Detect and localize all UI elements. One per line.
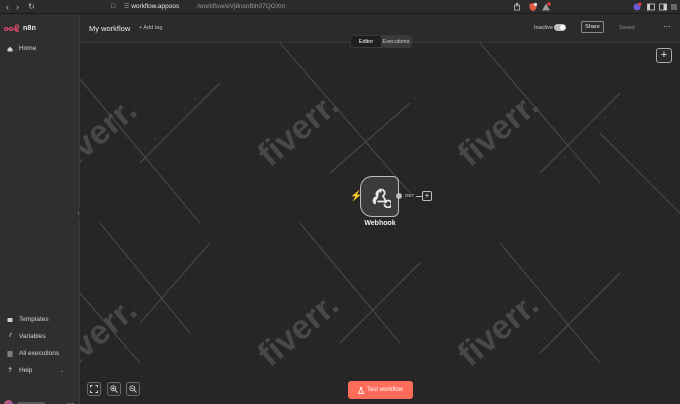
watermark-text: fiverr. bbox=[451, 85, 546, 174]
add-next-node-button[interactable]: + bbox=[422, 191, 432, 201]
fit-view-button[interactable] bbox=[87, 382, 101, 396]
help-icon: ? bbox=[8, 367, 12, 374]
site-settings-icon[interactable]: ☰ bbox=[124, 4, 129, 10]
http-method-label: GET bbox=[405, 193, 415, 198]
webhook-node[interactable]: ⚡ GET + Webhook bbox=[350, 176, 460, 236]
shield-icon[interactable] bbox=[528, 2, 538, 12]
reload-icon[interactable]: ↻ bbox=[28, 1, 35, 13]
sidebar-item-templates[interactable]: Templates bbox=[7, 314, 49, 325]
sidebar-item-label: All executions bbox=[19, 350, 60, 357]
home-icon bbox=[7, 46, 13, 51]
tab-executions[interactable]: Executions bbox=[381, 36, 411, 47]
templates-icon bbox=[7, 317, 13, 322]
workflow-canvas[interactable]: fiverr. fiverr. fiverr. fiverr. fiverr. … bbox=[80, 43, 680, 404]
sidebar-item-home[interactable]: Home bbox=[7, 43, 36, 54]
node-output-handle[interactable] bbox=[396, 193, 402, 199]
view-tab-switch: Editor Executions bbox=[350, 35, 412, 48]
chevron-down-icon: ⌄ bbox=[60, 367, 65, 374]
zoom-in-button[interactable] bbox=[107, 382, 121, 396]
watermark-text: fiverr. bbox=[251, 85, 346, 174]
webhook-icon bbox=[372, 188, 391, 208]
forward-arrow-icon[interactable]: › bbox=[16, 1, 19, 13]
logo[interactable]: n8n bbox=[4, 23, 36, 33]
share-page-icon[interactable] bbox=[512, 2, 522, 12]
workflow-name[interactable]: My workflow bbox=[89, 24, 130, 33]
node-label: Webhook bbox=[364, 220, 396, 227]
alert-icon[interactable] bbox=[541, 2, 551, 12]
sidebar-toggle-icon[interactable] bbox=[646, 2, 656, 12]
zoom-out-icon bbox=[129, 385, 137, 393]
test-workflow-label: Test workflow bbox=[366, 387, 403, 393]
logo-text: n8n bbox=[23, 24, 37, 32]
sidebar-item-label: Templates bbox=[19, 316, 49, 323]
zoom-in-icon bbox=[110, 385, 118, 393]
url-host: workflow.appoos bbox=[131, 3, 180, 10]
menu-icon[interactable] bbox=[669, 2, 679, 12]
sidebar-item-help[interactable]: ? Help ⌄ bbox=[7, 365, 64, 376]
tab-view-icon[interactable] bbox=[658, 2, 668, 12]
executions-list-icon bbox=[7, 351, 13, 356]
sidebar-item-variables[interactable]: 𝓉 Variables bbox=[7, 331, 46, 342]
flask-icon bbox=[357, 386, 364, 394]
browser-toolbar: ‹ › ↻ □ ☰ workflow.appoos /workflow/eVj8… bbox=[0, 0, 680, 14]
active-toggle[interactable] bbox=[554, 24, 566, 31]
extension-icon[interactable] bbox=[632, 2, 642, 12]
back-arrow-icon[interactable]: ‹ bbox=[6, 1, 9, 13]
fit-view-icon bbox=[90, 385, 98, 393]
user-menu[interactable]: ⋯ bbox=[4, 398, 74, 404]
sidebar-item-label: Variables bbox=[19, 333, 46, 340]
n8n-logo-icon bbox=[4, 24, 19, 32]
node-box[interactable] bbox=[360, 176, 399, 217]
watermark-text: fiverr. bbox=[80, 290, 144, 379]
add-tag-button[interactable]: + Add tag bbox=[139, 25, 162, 31]
avatar bbox=[4, 399, 13, 404]
watermark-text: fiverr. bbox=[451, 285, 546, 374]
tab-editor[interactable]: Editor bbox=[351, 36, 381, 47]
workflow-more-icon[interactable]: ⋯ bbox=[663, 22, 671, 31]
variables-icon: 𝓉 bbox=[8, 333, 12, 339]
sidebar-item-label: Help bbox=[19, 367, 33, 374]
saved-status: Saved bbox=[619, 25, 635, 31]
test-workflow-button[interactable]: Test workflow bbox=[348, 381, 413, 399]
open-nodes-panel-button[interactable]: + bbox=[656, 48, 672, 63]
sidebar-item-all-executions[interactable]: All executions bbox=[7, 348, 59, 359]
bookmark-icon[interactable]: □ bbox=[111, 1, 115, 13]
address-bar[interactable]: ☰ workflow.appoos /workflow/eVj8nsnfbh07… bbox=[124, 1, 516, 13]
sidebar-item-label: Home bbox=[19, 45, 37, 52]
sidebar: n8n Home Templates 𝓉 Variables All execu… bbox=[0, 14, 80, 404]
more-options-icon[interactable]: ⋯ bbox=[67, 400, 74, 404]
active-status-label: Inactive bbox=[534, 25, 553, 31]
url-path: /workflow/eVj8nsnfbh07QOXm bbox=[197, 3, 286, 10]
zoom-out-button[interactable] bbox=[126, 382, 140, 396]
share-button[interactable]: Share bbox=[581, 21, 604, 33]
watermark-text: fiverr. bbox=[80, 90, 144, 179]
watermark-text: fiverr. bbox=[251, 285, 346, 374]
